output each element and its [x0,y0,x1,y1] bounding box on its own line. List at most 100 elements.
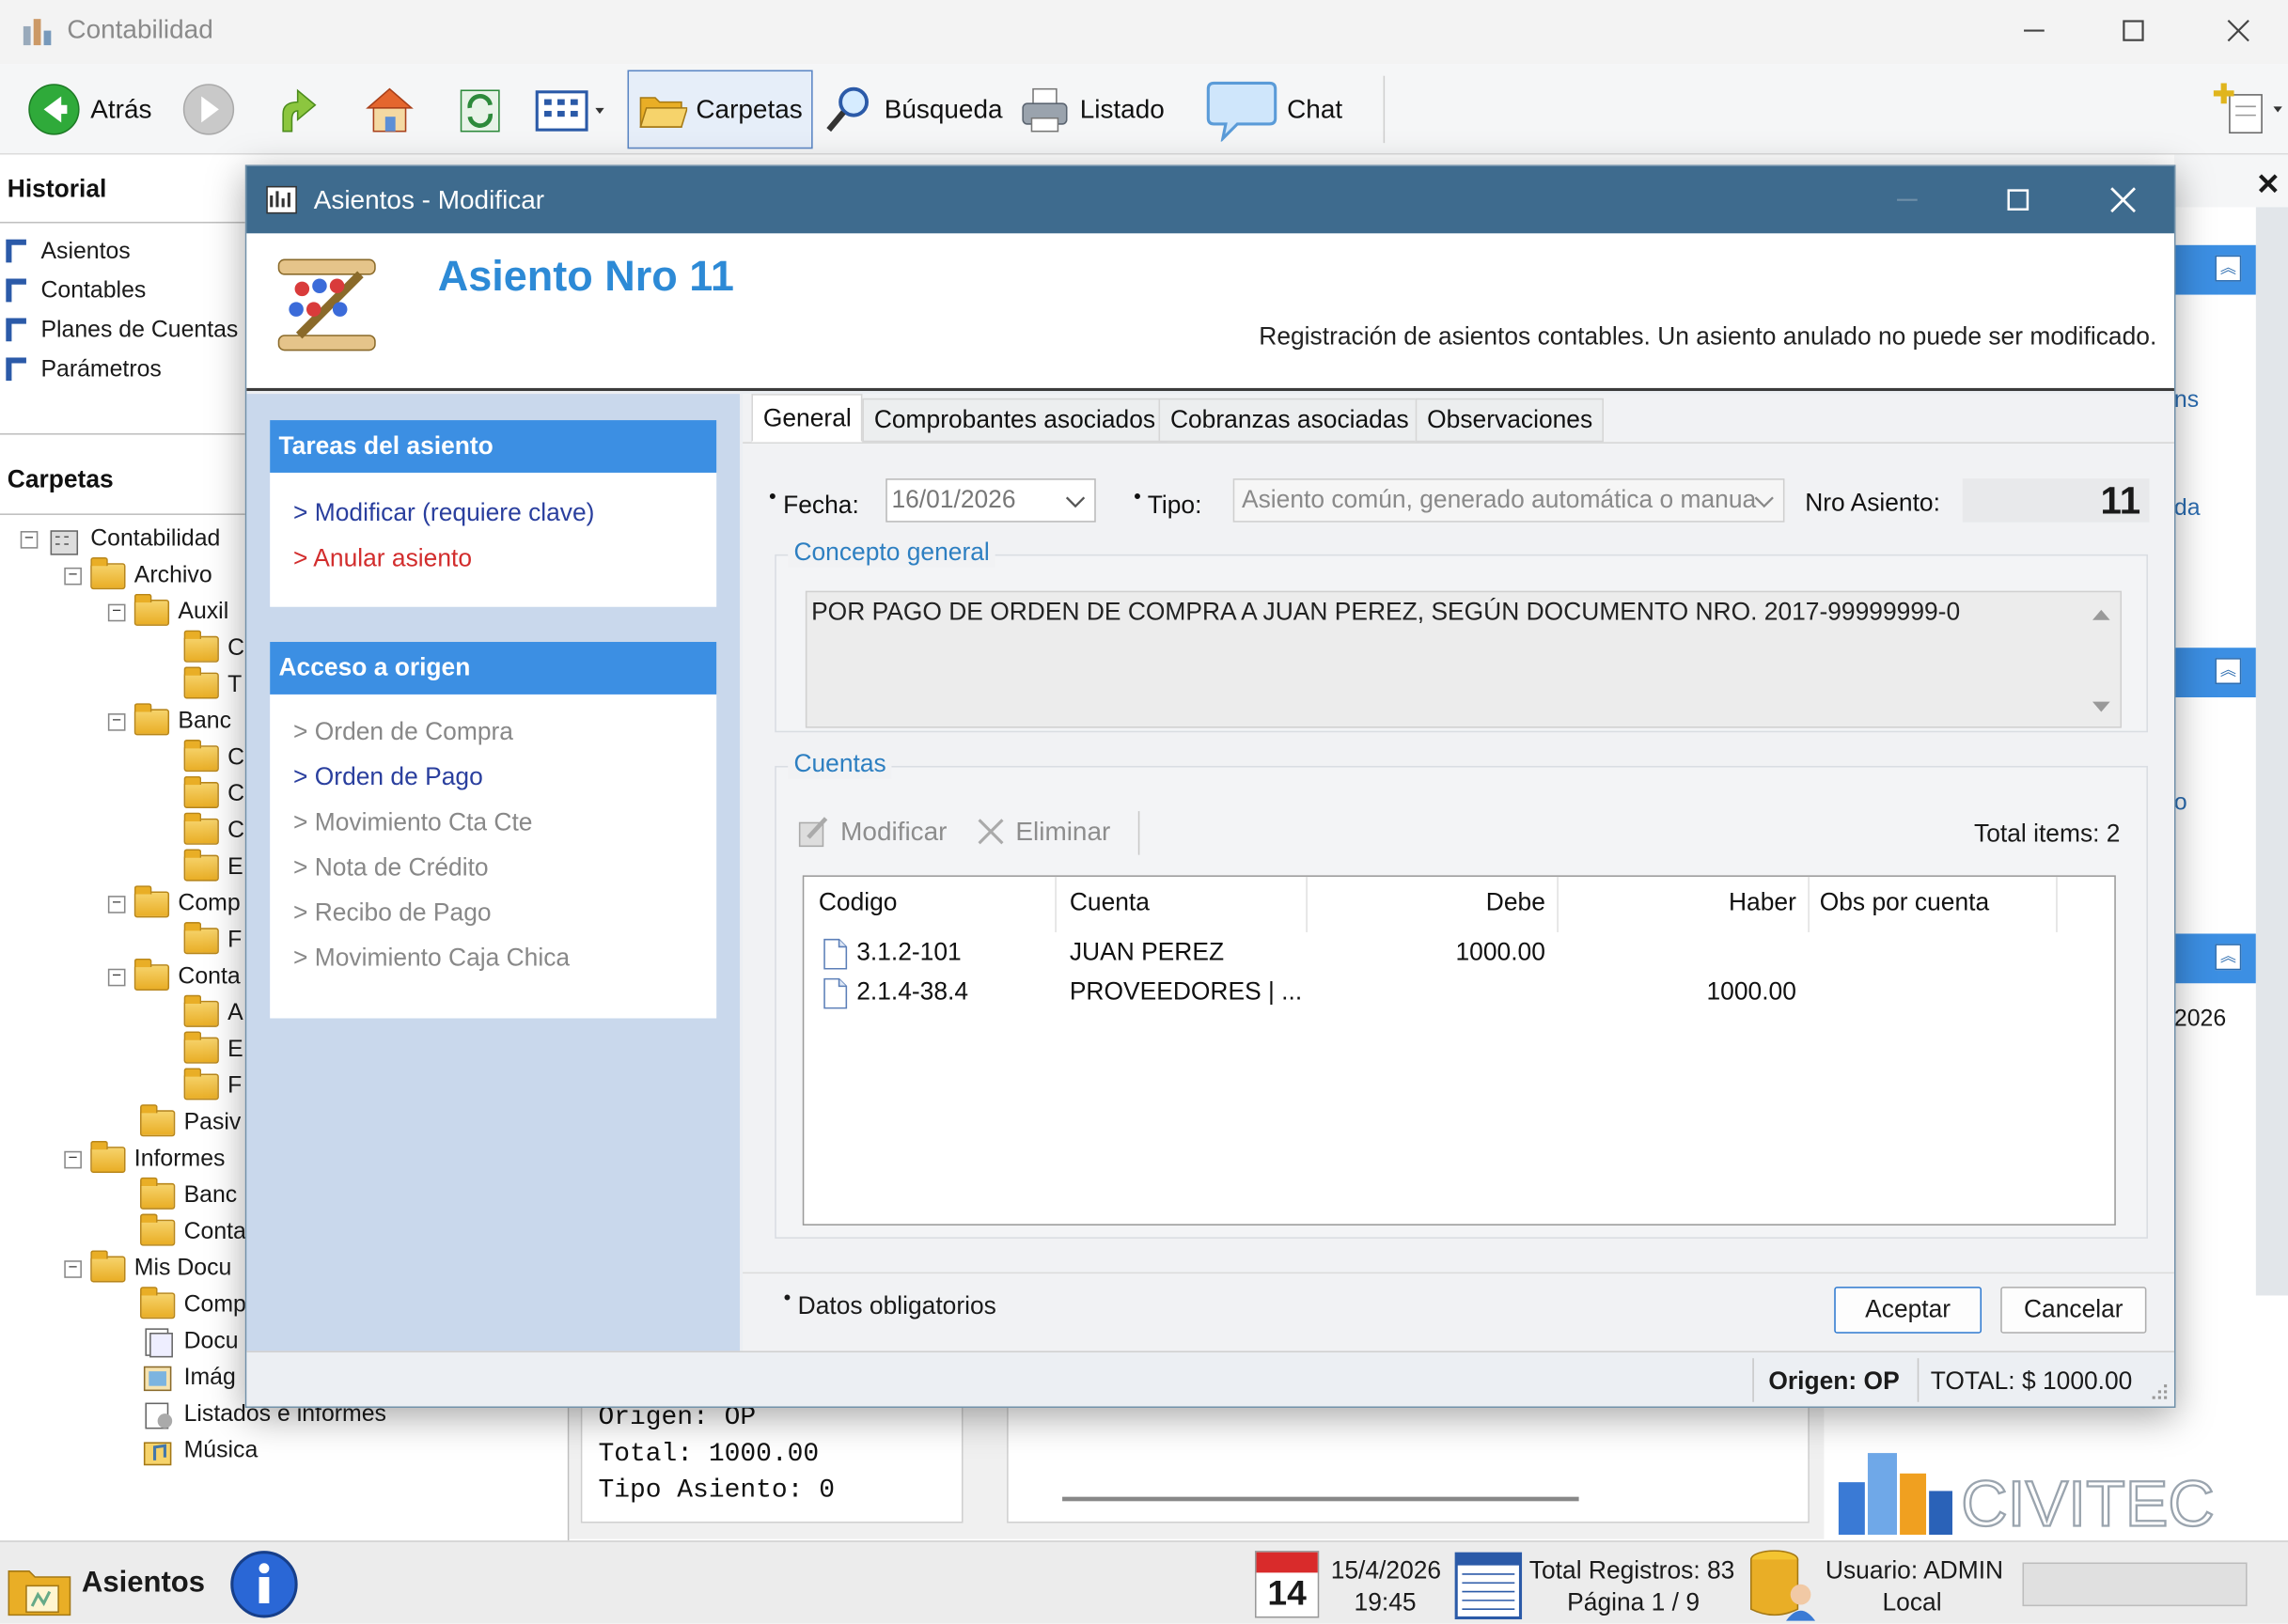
tree-node[interactable]: Banc [140,1176,237,1214]
chevron-up-icon: ︽ [2215,658,2242,685]
tree-node[interactable]: Comp [140,1286,246,1323]
asiento-dialog: Asientos - Modificar Asiento Nro 11 Regi… [244,164,2176,1408]
dialog-minimize-button[interactable] [1878,178,1936,222]
tree-node[interactable]: Docu [140,1323,239,1360]
tree-node[interactable]: F [183,1067,242,1104]
tree-node[interactable]: − Informes [64,1140,225,1178]
main-toolbar: Atrás Carpetas Búsqueda Listado Chat [0,64,2288,155]
new-item-button[interactable] [2201,70,2288,149]
task-sidebar: Tareas del asiento > Modificar (requiere… [246,394,741,1351]
collapse-icon: − [64,1259,82,1278]
tree-node[interactable]: Pasiv [140,1103,241,1141]
tab-cobranzas[interactable]: Cobranzas asociadas [1158,398,1421,443]
historial-item[interactable]: Contables [6,272,238,311]
tree-node[interactable]: E [183,848,243,885]
col-cuenta[interactable]: Cuenta [1070,888,1150,917]
tab-observaciones[interactable]: Observaciones [1415,398,1605,443]
col-debe[interactable]: Debe [1486,888,1545,917]
historial-item[interactable]: Parámetros [6,351,238,390]
modificar-cuenta-button[interactable]: Modificar [797,808,947,855]
app-logo-icon [21,15,55,47]
dialog-close-button[interactable] [2094,178,2153,222]
partial-link[interactable]: da [2174,496,2201,523]
col-obs[interactable]: Obs por cuenta [1820,888,1989,917]
historial-item[interactable]: Asientos [6,232,238,272]
dialog-description: Registración de asientos contables. Un a… [1259,322,2157,351]
tree-node[interactable]: − Auxil [107,593,228,631]
tree-node[interactable]: − Banc [107,702,231,740]
anular-link[interactable]: > Anular asiento [270,536,716,581]
asiento-heading: Asiento Nro 11 [437,254,734,301]
dialog-header: Asiento Nro 11 Registración de asientos … [246,233,2174,392]
add-document-icon [2213,83,2282,134]
dialog-maximize-button[interactable] [1989,178,2047,222]
report-icon [145,1401,173,1429]
chat-button[interactable]: Chat [1197,70,1352,149]
total-status: TOTAL: $ 1000.00 [1930,1366,2133,1395]
horizontal-scrollbar[interactable] [1062,1496,1579,1502]
edit-icon [798,817,828,848]
tipo-select[interactable]: Asiento común, generado automática o man… [1232,478,1785,523]
nro-asiento-value: 11 [1962,478,2150,523]
partial-link[interactable]: ns [2174,388,2199,414]
maximize-button[interactable] [2104,8,2162,53]
col-haber[interactable]: Haber [1729,888,1796,917]
tab-comprobantes[interactable]: Comprobantes asociados [862,398,1168,443]
tree-node[interactable]: C [183,775,244,813]
tree-node[interactable]: A [183,993,243,1032]
resize-grip-icon[interactable] [2150,1382,2170,1402]
tareas-panel: Tareas del asiento > Modificar (requiere… [270,420,717,607]
tree-node[interactable]: − Conta [107,958,241,995]
back-button[interactable]: Atrás [18,70,161,149]
cancelar-button[interactable]: Cancelar [2000,1287,2147,1334]
tab-strip: General Comprobantes asociados Cobranzas… [743,394,2174,444]
table-row[interactable]: 3.1.2-101 JUAN PEREZ 1000.00 [804,935,2114,973]
close-button[interactable] [2209,8,2267,53]
concepto-textarea[interactable]: POR PAGO DE ORDEN DE COMPRA A JUAN PEREZ… [805,590,2123,728]
historial-title: Historial [7,175,107,203]
tree-node[interactable]: C [183,811,244,850]
tree-node[interactable]: Imág [140,1360,236,1397]
folder-icon [183,1067,219,1100]
table-row[interactable]: 2.1.4-38.4 PROVEEDORES | ... 1000.00 [804,975,2114,1012]
close-panel-icon[interactable]: ✕ [2256,166,2280,203]
view-mode-button[interactable] [523,70,616,149]
magnifier-icon [826,86,870,133]
tree-node[interactable]: C [183,629,244,667]
total-registros: Total Registros: 83 [1528,1556,1735,1585]
historial-item[interactable]: Planes de Cuentas [6,311,238,351]
tree-node[interactable]: − Contabilidad [20,521,221,557]
up-folder-button[interactable] [262,70,336,149]
collapsible-header[interactable]: ︽ [2173,648,2256,697]
info-icon[interactable] [227,1548,301,1621]
tree-node[interactable]: − Mis Docu [64,1249,231,1287]
tree-node[interactable]: E [183,1030,243,1068]
tree-node[interactable]: T [183,665,242,703]
acceso-panel: Acceso a origen > Orden de Compra > Orde… [270,642,717,1019]
tree-node[interactable]: F [183,921,242,959]
tree-node[interactable]: − Archivo [64,556,212,594]
tab-general[interactable]: General [751,394,864,443]
collapse-icon: − [107,602,126,621]
tree-node[interactable]: Conta [140,1212,246,1251]
forward-button[interactable] [172,70,245,149]
tree-node[interactable]: Música [140,1432,258,1469]
collapsible-header[interactable]: ︽ [2173,933,2256,984]
folder-icon [140,1212,176,1245]
aceptar-button[interactable]: Aceptar [1834,1287,1982,1334]
col-codigo[interactable]: Codigo [819,888,898,917]
carpetas-button[interactable]: Carpetas [627,70,813,149]
tree-node[interactable]: − Comp [107,884,241,922]
partial-link[interactable]: o [2174,790,2187,817]
eliminar-cuenta-button[interactable]: Eliminar [975,808,1110,855]
collapsible-header[interactable]: ︽ [2173,244,2256,295]
listado-button[interactable]: Listado [1010,70,1173,149]
home-button[interactable] [353,70,427,149]
fecha-field[interactable]: 16/01/2026 [885,478,1096,523]
tree-node[interactable]: C [183,739,244,776]
minimize-button[interactable] [2005,8,2063,53]
busqueda-button[interactable]: Búsqueda [814,70,1011,149]
acceso-orden-pago[interactable]: > Orden de Pago [270,755,716,800]
modificar-link[interactable]: > Modificar (requiere clave) [270,491,716,536]
refresh-button[interactable] [444,70,517,149]
